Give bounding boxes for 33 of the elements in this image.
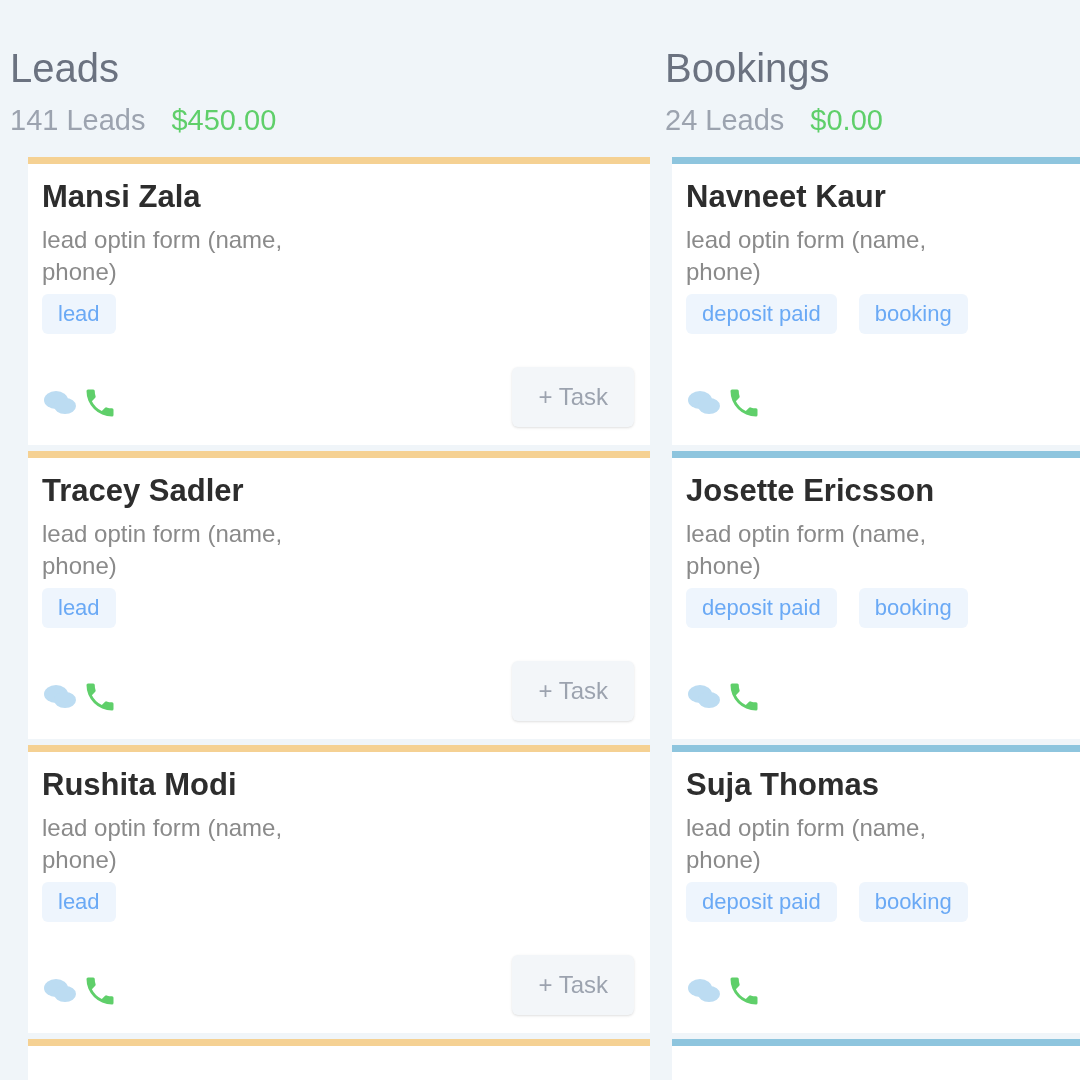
lead-card[interactable]: Josette Ericsson lead optin form (name, phone) deposit paid booking <box>672 451 1080 739</box>
tag: lead <box>42 294 116 334</box>
column-title: Leads <box>10 45 120 92</box>
contact-name: Mansi Zala <box>42 178 202 216</box>
lead-card[interactable]: Tracey Sadler lead optin form (name, phone) lead + Task <box>28 451 650 739</box>
tag: lead <box>42 882 116 922</box>
lead-card[interactable]: Navneet Kaur lead optin form (name, phone) deposit paid booking <box>672 157 1080 445</box>
lead-source: lead optin form (name, phone) <box>42 225 284 287</box>
total-amount: $0.00 <box>810 103 883 138</box>
lead-count: 141 Leads <box>10 103 146 138</box>
lead-source: lead optin form (name, phone) <box>686 519 928 581</box>
contact-name: Josette Ericsson <box>686 472 936 510</box>
contact-name: Navneet Kaur <box>686 178 887 216</box>
total-amount: $450.00 <box>171 103 277 138</box>
lead-source: lead optin form (name, phone) <box>686 813 928 875</box>
tag: booking <box>858 882 968 922</box>
tag: deposit paid <box>686 588 837 628</box>
lead-source: lead optin form (name, phone) <box>42 519 284 581</box>
lead-card[interactable]: Mansi Zala lead optin form (name, phone) lead + Task <box>28 157 650 445</box>
tag: booking <box>858 588 968 628</box>
lead-card[interactable]: Rushita Modi lead optin form (name, phone) lead + Task <box>28 745 650 1033</box>
contact-name: Suja Thomas <box>686 766 880 804</box>
tag: deposit paid <box>686 882 837 922</box>
lead-count: 24 Leads <box>665 103 785 138</box>
lead-source: lead optin form (name, phone) <box>42 813 284 875</box>
column-title: Bookings <box>665 45 831 92</box>
tag: lead <box>42 588 116 628</box>
tag: booking <box>858 294 968 334</box>
lead-card[interactable]: Suja Thomas lead optin form (name, phone) deposit paid booking <box>672 745 1080 1033</box>
lead-source: lead optin form (name, phone) <box>686 225 928 287</box>
contact-name: Tracey Sadler <box>42 472 245 510</box>
contact-name: Rushita Modi <box>42 766 238 804</box>
tag: deposit paid <box>686 294 837 334</box>
